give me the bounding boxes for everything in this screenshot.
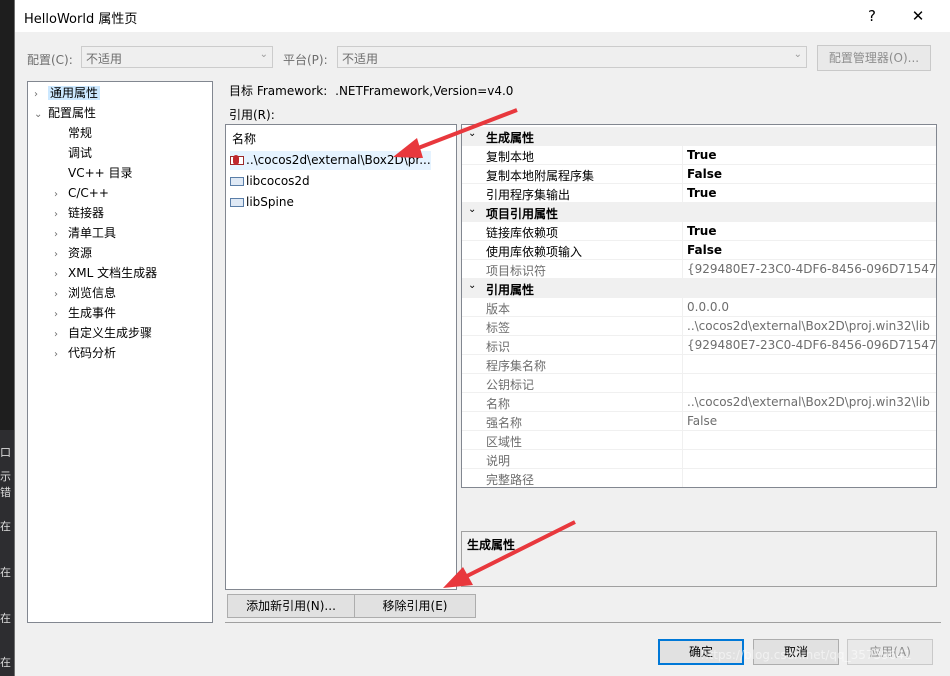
arrow-shaft — [412, 108, 518, 152]
arrow-to-reference — [393, 108, 518, 158]
annotation-arrows — [393, 108, 576, 588]
ide-fragment: 口 — [0, 446, 11, 459]
ide-fragment: 在 — [0, 520, 11, 533]
ide-fragment: 在 — [0, 566, 11, 579]
arrow-head — [393, 138, 423, 158]
ide-fragment: 在 — [0, 612, 11, 625]
arrow-to-remove-button — [443, 520, 576, 588]
property-pages-dialog: HelloWorld 属性页 ? ✕ 配置(C): 不适用 ⌄ 平台(P): 不… — [14, 0, 950, 676]
ide-fragment: 在 — [0, 656, 11, 669]
arrow-shaft — [462, 520, 576, 580]
arrow-head — [443, 567, 473, 588]
